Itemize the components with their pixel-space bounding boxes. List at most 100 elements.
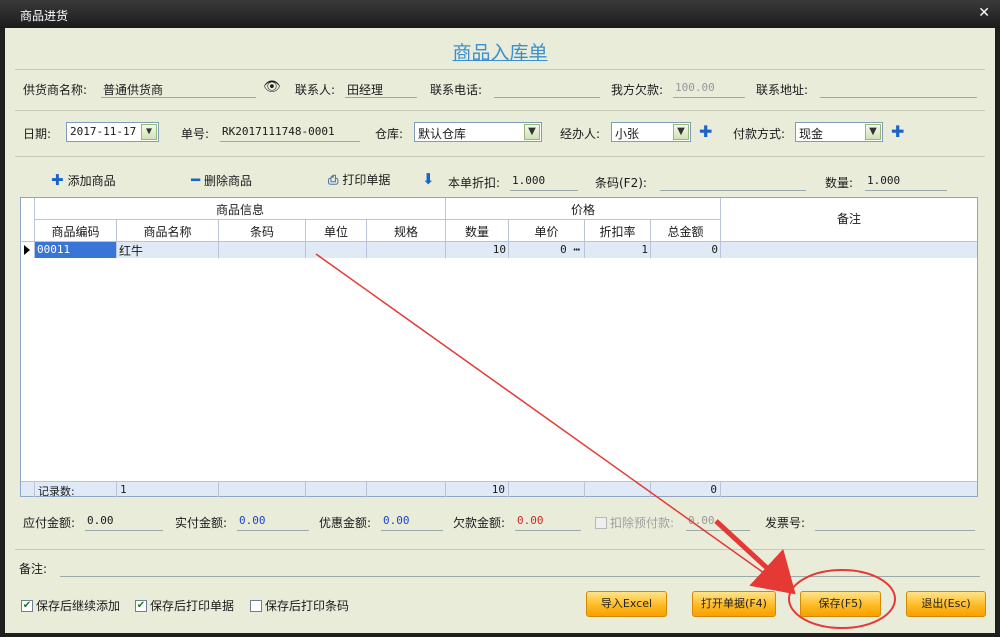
form-title: 商品入库单 xyxy=(452,42,548,64)
deduct-prepaid-field: 0.00 xyxy=(686,511,750,531)
column-header-code[interactable]: 商品编码 xyxy=(35,220,117,242)
column-header-unit[interactable]: 单位 xyxy=(306,220,367,242)
add-product-button[interactable]: ✚ 添加商品 xyxy=(51,171,116,189)
discount-amount-field[interactable]: 0.00 xyxy=(381,511,443,531)
column-header-remark[interactable]: 备注 xyxy=(721,198,977,242)
owed-field: 0.00 xyxy=(515,511,581,531)
divider xyxy=(15,110,985,111)
checkmark-icon: ✔ xyxy=(135,599,147,612)
cell-unit[interactable] xyxy=(306,242,367,258)
invoice-field[interactable] xyxy=(815,511,975,531)
cell-code[interactable]: 00011 xyxy=(35,242,117,258)
title-bar: 商品进货 ✕ xyxy=(0,0,1000,28)
open-order-button[interactable]: 打开单据(F4) xyxy=(692,591,776,617)
paid-label: 实付金额: xyxy=(175,516,228,530)
quantity-input[interactable]: 1.000 xyxy=(865,171,947,191)
cell-name[interactable]: 红牛 xyxy=(117,242,219,258)
date-value: 2017-11-17 xyxy=(70,125,137,138)
print-order-button[interactable]: ⎙ 打印单据 xyxy=(328,171,390,188)
save-button[interactable]: 保存(F5) xyxy=(800,591,881,617)
date-picker[interactable]: 2017-11-17 ▼ xyxy=(66,122,159,142)
owed-label: 欠款金额: xyxy=(453,516,506,530)
ellipsis-icon[interactable]: ⋯ xyxy=(573,243,580,256)
delete-product-button[interactable]: ━ 删除商品 xyxy=(191,171,252,189)
date-label: 日期: xyxy=(23,127,52,141)
cell-price[interactable]: 0 ⋯ xyxy=(509,242,585,258)
supplier-name-field[interactable]: 普通供货商 xyxy=(101,78,256,98)
row-pointer-icon xyxy=(24,245,30,255)
payment-value: 现金 xyxy=(799,127,824,141)
divider xyxy=(15,156,985,157)
column-header-discount[interactable]: 折扣率 xyxy=(585,220,651,242)
print-barcode-checkbox[interactable]: 保存后打印条码 xyxy=(250,597,349,614)
column-header-qty[interactable]: 数量 xyxy=(446,220,509,242)
divider xyxy=(15,549,985,550)
deduct-prepaid-label: 扣除预付款: xyxy=(610,516,675,530)
column-header-total[interactable]: 总金额 xyxy=(651,220,721,242)
chevron-down-icon[interactable]: ▼ xyxy=(673,124,689,140)
close-icon[interactable]: ✕ xyxy=(978,5,990,21)
add-product-label: 添加商品 xyxy=(67,174,116,188)
app-window: 商品进货 ✕ 商品入库单 供货商名称: 普通供货商 👁 联系人: 田经理 联系电… xyxy=(0,0,1000,637)
handler-select[interactable]: 小张 ▼ xyxy=(611,122,691,142)
contact-label: 联系人: xyxy=(295,83,336,97)
chevron-down-icon[interactable]: ▼ xyxy=(865,124,881,140)
remark-field[interactable] xyxy=(60,557,980,577)
cell-remark[interactable] xyxy=(721,242,977,258)
cell-barcode[interactable] xyxy=(219,242,306,258)
handler-value: 小张 xyxy=(615,127,640,141)
cell-spec[interactable] xyxy=(367,242,446,258)
phone-label: 联系电话: xyxy=(430,83,483,97)
paid-field[interactable]: 0.00 xyxy=(237,511,309,531)
row-header-corner xyxy=(21,198,35,242)
exit-button[interactable]: 退出(Esc) xyxy=(906,591,986,617)
product-grid[interactable]: 商品信息 价格 备注 商品编码 商品名称 条码 单位 规格 数量 单价 折扣率 … xyxy=(20,197,978,498)
footer-count-label: 记录数: xyxy=(35,482,117,498)
divider xyxy=(15,69,985,70)
barcode-input[interactable] xyxy=(660,171,806,191)
binoculars-icon[interactable]: 👁 xyxy=(263,79,281,95)
print-after-save-label: 保存后打印单据 xyxy=(150,599,235,613)
phone-field[interactable] xyxy=(494,78,600,98)
cell-total[interactable]: 0 xyxy=(651,242,721,258)
add-handler-icon[interactable]: ✚ xyxy=(699,124,712,140)
payable-field: 0.00 xyxy=(85,511,163,531)
warehouse-select[interactable]: 默认仓库 ▼ xyxy=(414,122,542,142)
grid-header: 商品信息 价格 备注 商品编码 商品名称 条码 单位 规格 数量 单价 折扣率 … xyxy=(21,198,977,242)
column-header-name[interactable]: 商品名称 xyxy=(117,220,219,242)
group-header-price: 价格 xyxy=(446,198,721,220)
table-row[interactable]: 00011 红牛 10 0 ⋯ 1 0 xyxy=(21,242,977,258)
address-field[interactable] xyxy=(820,78,977,98)
order-number-field[interactable]: RK2017111748-0001 xyxy=(220,122,360,142)
arrow-down-icon[interactable]: ⬇ xyxy=(422,170,435,188)
import-excel-button[interactable]: 导入Excel xyxy=(586,591,667,617)
window-title: 商品进货 xyxy=(20,9,69,23)
column-header-price[interactable]: 单价 xyxy=(509,220,585,242)
continue-add-label: 保存后继续添加 xyxy=(36,599,121,613)
footer-cell xyxy=(585,482,651,497)
column-header-spec[interactable]: 规格 xyxy=(367,220,446,242)
continue-add-checkbox[interactable]: ✔ 保存后继续添加 xyxy=(21,597,120,614)
chevron-down-icon[interactable]: ▼ xyxy=(524,124,540,140)
add-payment-icon[interactable]: ✚ xyxy=(891,124,904,140)
footer-qty-sum: 10 xyxy=(446,482,509,497)
supplier-name-label: 供货商名称: xyxy=(23,83,88,97)
cell-qty[interactable]: 10 xyxy=(446,242,509,258)
footer-cell xyxy=(306,482,367,497)
plus-icon: ✚ xyxy=(51,171,64,189)
discount-label: 本单折扣: xyxy=(448,176,501,190)
footer-count-value: 1 xyxy=(117,482,219,497)
footer-corner xyxy=(21,482,35,497)
discount-field[interactable]: 1.000 xyxy=(510,171,578,191)
deduct-prepaid-checkbox[interactable]: 扣除预付款: xyxy=(595,514,674,531)
footer-cell xyxy=(721,482,977,497)
footer-cell xyxy=(367,482,446,497)
payable-label: 应付金额: xyxy=(23,516,76,530)
column-header-barcode[interactable]: 条码 xyxy=(219,220,306,242)
print-after-save-checkbox[interactable]: ✔ 保存后打印单据 xyxy=(135,597,234,614)
chevron-down-icon[interactable]: ▼ xyxy=(141,124,157,140)
payment-select[interactable]: 现金 ▼ xyxy=(795,122,883,142)
contact-field[interactable]: 田经理 xyxy=(345,78,417,98)
footer-total-sum: 0 xyxy=(651,482,721,497)
cell-discount[interactable]: 1 xyxy=(585,242,651,258)
